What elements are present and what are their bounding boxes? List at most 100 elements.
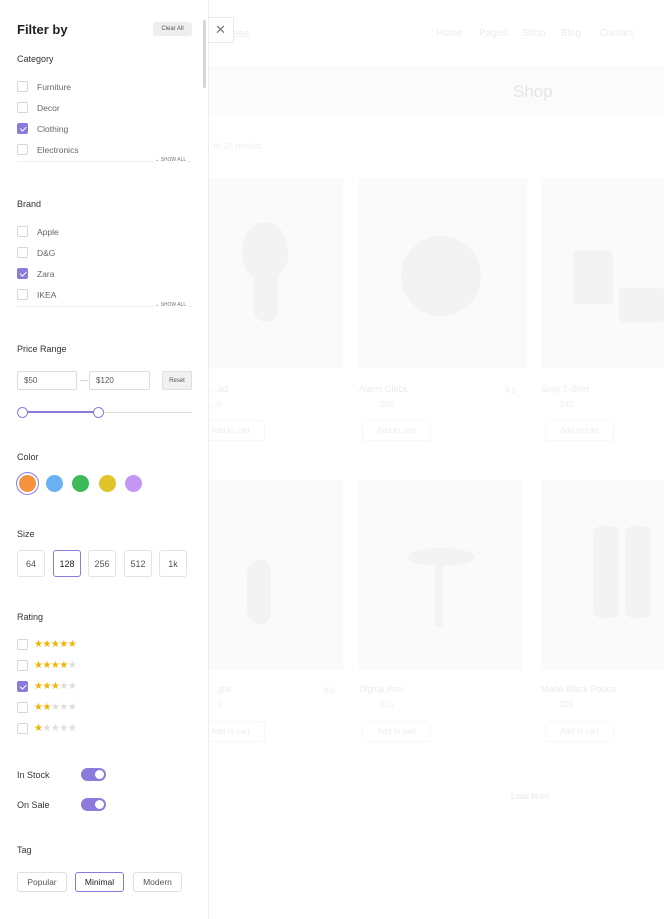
price-separator: — [80, 376, 88, 385]
brand-title: Brand [17, 199, 42, 209]
price-min-input[interactable]: $50 [17, 371, 77, 390]
checkbox[interactable] [17, 144, 28, 155]
nav-pages: Pages [479, 28, 508, 39]
on-sale-toggle[interactable] [81, 798, 106, 811]
product-image [209, 480, 343, 670]
price-slider-max-handle[interactable] [93, 407, 104, 418]
filter-sidebar: Filter by Clear All Category Furniture D… [0, 0, 209, 919]
checkbox-checked[interactable] [17, 268, 28, 279]
category-label: Electronics [37, 144, 79, 155]
checkbox[interactable] [17, 660, 28, 671]
product-image [209, 178, 343, 368]
product-image [359, 178, 527, 368]
result-count: of 28 results [213, 141, 263, 151]
add-to-cart-button: Add to cart [362, 721, 431, 742]
brand-label: Apple [37, 226, 59, 237]
nav-blog: Blog [561, 28, 582, 39]
close-filter-button[interactable]: ✕ [208, 17, 234, 43]
checkbox[interactable] [17, 81, 28, 92]
brand-option-zara[interactable]: Zara [17, 267, 54, 280]
nav-contact: Contact [599, 28, 634, 39]
toggle-knob [95, 800, 104, 809]
category-label: Furniture [37, 81, 72, 92]
product-price: $55 [380, 400, 394, 409]
star-rating-4: ★★★★★ [34, 659, 77, 671]
star-rating-1: ★★★★★ [34, 722, 77, 734]
product-name: Gray T-Shirt [541, 384, 590, 394]
add-to-cart-button: Add to cart [545, 420, 614, 441]
category-title: Category [17, 54, 54, 64]
product-name: …ad [209, 384, 229, 394]
size-option-256[interactable]: 256 [88, 550, 116, 577]
rating-option-1[interactable]: ★★★★★ [17, 722, 77, 735]
brand-label: Zara [37, 268, 55, 279]
rating-option-4[interactable]: ★★★★★ [17, 659, 77, 672]
rating-option-2[interactable]: ★★★★★ [17, 701, 77, 714]
star-rating-2: ★★★★★ [34, 701, 77, 713]
checkbox-checked[interactable] [17, 123, 28, 134]
checkbox-checked[interactable] [17, 681, 28, 692]
product-name: …ght [209, 684, 231, 694]
checkbox[interactable] [17, 289, 28, 300]
price-slider-min-handle[interactable] [17, 407, 28, 418]
color-title: Color [17, 452, 39, 462]
checkbox[interactable] [17, 639, 28, 650]
brand-label: D&G [37, 247, 56, 258]
category-option-clothing[interactable]: Clothing [17, 122, 68, 135]
product-price: $42 [560, 400, 574, 409]
product-image [541, 178, 664, 368]
category-option-decor[interactable]: Decor [17, 101, 60, 114]
brand-show-all-button[interactable]: ⌄ SHOW ALL [154, 302, 188, 308]
price-max-input[interactable]: $120 [89, 371, 150, 390]
product-name: Digital Pen [359, 684, 403, 694]
star-rating-5: ★★★★★ [34, 638, 77, 650]
brand-option-apple[interactable]: Apple [17, 225, 59, 238]
load-more-button: Load More [511, 792, 550, 801]
category-show-all-button[interactable]: ⌄ SHOW ALL [154, 157, 188, 163]
checkbox[interactable] [17, 102, 28, 113]
brand-option-ikea[interactable]: IKEA [17, 288, 56, 301]
checkbox[interactable] [17, 247, 28, 258]
in-stock-label: In Stock [17, 770, 50, 780]
hero-title: Shop [513, 82, 553, 101]
checkbox[interactable] [17, 702, 28, 713]
size-option-128[interactable]: 128 [53, 550, 81, 577]
price-range-title: Price Range [17, 344, 67, 354]
filter-title: Filter by [17, 22, 68, 37]
rating-option-5[interactable]: ★★★★★ [17, 638, 77, 651]
color-swatch-green[interactable] [72, 475, 89, 492]
color-swatch-purple[interactable] [125, 475, 142, 492]
tag-option-modern[interactable]: Modern [133, 872, 182, 892]
category-option-electronics[interactable]: Electronics [17, 143, 79, 156]
in-stock-toggle[interactable] [81, 768, 106, 781]
product-price: …0 [209, 400, 222, 409]
tag-option-popular[interactable]: Popular [17, 872, 67, 892]
hero-banner [209, 66, 664, 116]
product-name: Matte Black Pooco [541, 684, 617, 694]
star-rating-3: ★★★★★ [34, 680, 77, 692]
price-reset-button[interactable]: Reset [162, 371, 192, 390]
size-option-512[interactable]: 512 [124, 550, 152, 577]
size-option-64[interactable]: 64 [17, 550, 45, 577]
color-swatch-blue[interactable] [46, 475, 63, 492]
close-icon: ✕ [215, 22, 226, 37]
rating-title: Rating [17, 612, 44, 622]
clear-all-button[interactable]: Clear All [153, 22, 192, 36]
sidebar-scrollbar[interactable] [203, 20, 206, 88]
checkbox[interactable] [17, 723, 28, 734]
tag-title: Tag [17, 845, 32, 855]
color-swatch-orange[interactable] [19, 475, 36, 492]
product-price: …0 [209, 700, 222, 709]
brand-option-dg[interactable]: D&G [17, 246, 55, 259]
toggle-knob [95, 770, 104, 779]
tag-option-minimal[interactable]: Minimal [75, 872, 124, 892]
checkbox[interactable] [17, 226, 28, 237]
rating-option-3[interactable]: ★★★★★ [17, 680, 77, 693]
size-option-1k[interactable]: 1k [159, 550, 187, 577]
size-title: Size [17, 529, 35, 539]
add-to-cart-button: Add to cart [545, 721, 614, 742]
category-option-furniture[interactable]: Furniture [17, 80, 71, 93]
color-swatch-yellow[interactable] [99, 475, 116, 492]
price-slider-range [22, 411, 98, 413]
product-rating: 4.5 [505, 386, 517, 395]
